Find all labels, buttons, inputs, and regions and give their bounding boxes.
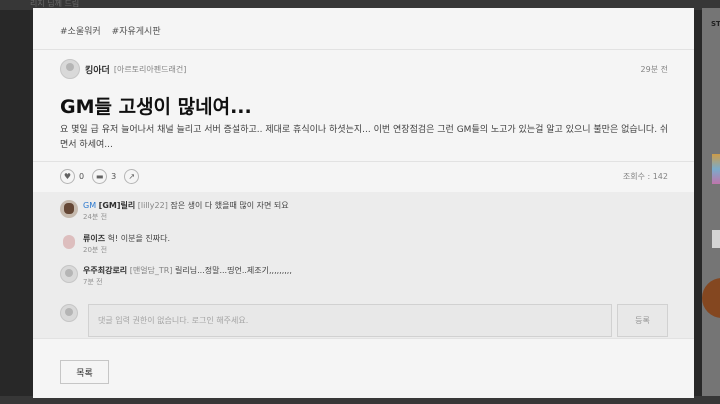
share-button[interactable]: ↗	[124, 168, 140, 184]
share-icon: ↗	[128, 171, 136, 181]
comment-item: 우주최강로리 [맨얼담_TR] 릴리님...정말...띵언..제조기,,,,,,…	[60, 265, 292, 287]
avatar[interactable]	[60, 233, 78, 251]
comment-guild: [lilly22]	[137, 201, 168, 210]
post-tags: #소울워커 #자유게시판	[60, 24, 161, 37]
author-guild: [아르토리아펜드래건]	[113, 64, 187, 74]
background-sidebar: ST	[702, 8, 720, 404]
comment-item: 류이즈 헉! 이분을 진짜다. 20분 전	[60, 233, 170, 255]
comment-text: 헉! 이분을 진짜다.	[107, 234, 170, 243]
comment-text: 잠은 생이 다 했을때 많이 자면 되요	[170, 201, 289, 210]
avatar	[60, 304, 78, 322]
like-count: 0	[79, 171, 85, 181]
comment-count: 3	[111, 171, 117, 181]
post-time: 29분 전	[640, 64, 668, 74]
comment-input[interactable]	[88, 304, 613, 337]
comment-icon: ▬	[95, 171, 104, 181]
post-modal: #소울워커 #자유게시판 킹아더 [아르토리아펜드래건] 29분 전 GM들 고…	[33, 8, 694, 398]
comment-author[interactable]: 류이즈	[83, 234, 105, 243]
heart-icon: ♥	[63, 171, 72, 181]
list-button[interactable]: 목록	[60, 360, 109, 384]
gm-badge: GM	[83, 201, 97, 210]
comment-time: 20분 전	[83, 246, 108, 254]
comment-guild: [맨얼담_TR]	[129, 266, 173, 275]
post-author-row: 킹아더 [아르토리아펜드래건] 29분 전	[60, 59, 668, 79]
avatar[interactable]	[60, 200, 78, 218]
submit-comment-button[interactable]: 등록	[617, 304, 668, 337]
tag-link[interactable]: #소울워커	[60, 24, 101, 37]
view-count: 조회수 : 142	[622, 171, 668, 181]
divider	[33, 338, 694, 339]
comment-text: 릴리님...정말...띵언..제조기,,,,,,,,,	[175, 266, 292, 275]
author-name[interactable]: 킹아더	[85, 63, 110, 76]
post-actions: ♥ 0 ▬ 3 ↗ 조회수 : 142	[60, 168, 668, 184]
divider	[33, 161, 694, 162]
comment-section: GM [GM]릴리 [lilly22] 잠은 생이 다 했을때 많이 자면 되요…	[33, 192, 694, 338]
comment-author[interactable]: 우주최강로리	[83, 266, 127, 275]
tag-link[interactable]: #자유게시판	[112, 24, 161, 37]
background-thumbnail	[712, 230, 720, 248]
like-button[interactable]: ♥	[60, 168, 75, 184]
background-decoration	[702, 278, 720, 318]
comment-time: 24분 전	[83, 213, 108, 221]
post-title: GM들 고생이 많네여...	[60, 96, 252, 118]
comment-time: 7분 전	[83, 278, 103, 286]
comment-button[interactable]: ▬	[92, 168, 108, 184]
post-body: 요 몇일 급 유저 늘어나서 채널 늘리고 서버 증설하고.. 제대로 휴식이나…	[60, 125, 669, 150]
divider	[33, 49, 694, 50]
background-sidebar-label: ST	[711, 20, 720, 28]
comment-input-row: 등록	[60, 304, 668, 337]
comment-author[interactable]: [GM]릴리	[99, 201, 136, 210]
avatar[interactable]	[60, 265, 78, 283]
background-thumbnail	[712, 154, 720, 184]
avatar[interactable]	[60, 59, 80, 79]
comment-item: GM [GM]릴리 [lilly22] 잠은 생이 다 했을때 많이 자면 되요…	[60, 200, 289, 222]
